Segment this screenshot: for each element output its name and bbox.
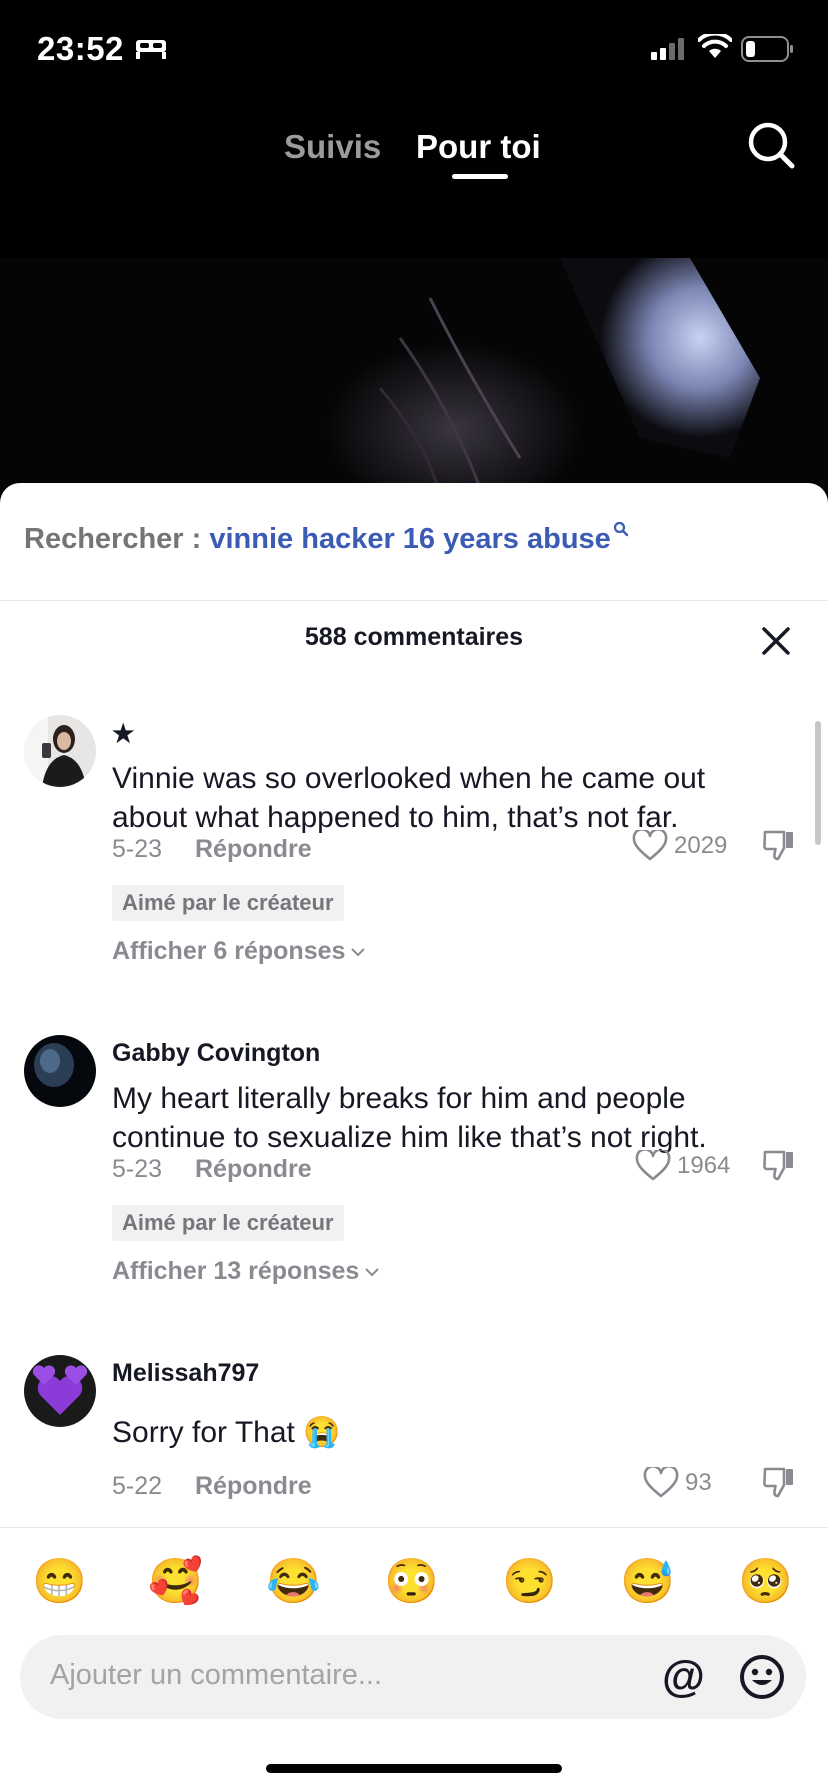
liked-by-creator-badge: Aimé par le créateur <box>112 885 344 921</box>
heart-icon <box>632 830 668 861</box>
like-button[interactable]: 93 <box>643 1467 712 1499</box>
avatar[interactable] <box>24 715 96 787</box>
scrollbar[interactable] <box>815 721 821 845</box>
search-suggestion-prefix: Rechercher : <box>24 523 202 555</box>
emoji-joy[interactable]: 😂 <box>266 1554 321 1610</box>
close-icon[interactable] <box>758 623 794 659</box>
like-button[interactable]: 2029 <box>632 830 727 862</box>
comment-text: My heart literally breaks for him and pe… <box>112 1082 707 1154</box>
comment-date: 5-23 <box>112 835 163 863</box>
heart-icon <box>643 1467 679 1498</box>
tab-following[interactable]: Suivis <box>284 128 381 166</box>
chevron-down-icon <box>351 948 366 957</box>
emoji-pleading[interactable]: 🥺 <box>738 1554 793 1610</box>
search-icon[interactable] <box>746 120 798 172</box>
liked-by-creator-badge: Aimé par le créateur <box>112 1205 344 1241</box>
sleep-mode-icon <box>136 40 166 59</box>
reply-button[interactable]: Répondre <box>195 835 312 863</box>
status-bar: 23:52 <box>0 0 828 100</box>
like-count: 93 <box>685 1469 712 1496</box>
chevron-down-icon <box>365 1268 380 1277</box>
emoji-flushed[interactable]: 😳 <box>384 1554 439 1610</box>
comment-username[interactable]: Gabby Covington <box>112 1039 320 1068</box>
home-indicator[interactable] <box>266 1764 562 1773</box>
comment-input-placeholder[interactable]: Ajouter un commentaire... <box>50 1659 382 1692</box>
view-replies-label: Afficher 13 réponses <box>112 1257 360 1285</box>
emoji-smirk[interactable]: 😏 <box>502 1554 557 1610</box>
cellular-signal-icon <box>651 38 684 60</box>
search-suggestion-query[interactable]: vinnie hacker 16 years abuse <box>209 523 610 555</box>
view-replies-label: Afficher 6 réponses <box>112 937 346 965</box>
dislike-icon[interactable] <box>762 1148 796 1182</box>
comment-date: 5-23 <box>112 1155 163 1183</box>
view-replies-button[interactable]: Afficher 6 réponses <box>112 937 367 966</box>
comment-date: 5-22 <box>112 1472 163 1500</box>
comment-meta: 5-23 Répondre <box>112 835 312 864</box>
emoji-quick-bar: 😁 🥰 😂 😳 😏 😅 🥺 <box>0 1527 828 1640</box>
like-button[interactable]: 1964 <box>635 1150 730 1182</box>
emoji-smiling-hearts[interactable]: 🥰 <box>148 1554 203 1610</box>
like-count: 2029 <box>674 832 728 859</box>
view-replies-button[interactable]: Afficher 13 réponses <box>112 1257 381 1286</box>
comment-meta: 5-22 Répondre <box>112 1472 312 1501</box>
comment-meta: 5-23 Répondre <box>112 1155 312 1184</box>
video-preview[interactable] <box>0 258 828 498</box>
comment-text: Sorry for That 😭 <box>112 1416 341 1449</box>
comment-text: Vinnie was so overlooked when he came ou… <box>112 762 706 834</box>
status-time: 23:52 <box>37 30 124 67</box>
emoji-grinning[interactable]: 😁 <box>32 1554 87 1610</box>
reply-button[interactable]: Répondre <box>195 1155 312 1183</box>
emoji-sweat-smile[interactable]: 😅 <box>620 1554 675 1610</box>
dislike-icon[interactable] <box>762 1465 796 1499</box>
battery-icon <box>741 36 793 62</box>
avatar[interactable] <box>24 1355 96 1427</box>
search-suggestion[interactable]: Rechercher : vinnie hacker 16 years abus… <box>24 521 629 556</box>
mention-icon[interactable]: @ <box>662 1653 705 1701</box>
like-count: 1964 <box>677 1152 731 1179</box>
active-tab-indicator <box>452 174 508 179</box>
comments-count-title: 588 commentaires <box>304 623 524 651</box>
reply-button[interactable]: Répondre <box>195 1472 312 1500</box>
wifi-icon <box>698 34 732 58</box>
divider <box>0 600 828 601</box>
comment-username[interactable]: Melissah797 <box>112 1359 259 1388</box>
tab-for-you[interactable]: Pour toi <box>416 128 541 166</box>
top-nav: Suivis Pour toi <box>0 110 828 190</box>
comment-input[interactable]: Ajouter un commentaire... @ <box>20 1635 806 1719</box>
avatar[interactable] <box>24 1035 96 1107</box>
small-search-icon <box>613 521 628 537</box>
emoji-picker-icon[interactable] <box>738 1653 786 1701</box>
comment-username[interactable]: ★ <box>112 719 134 749</box>
heart-icon <box>635 1150 671 1181</box>
dislike-icon[interactable] <box>762 828 796 862</box>
